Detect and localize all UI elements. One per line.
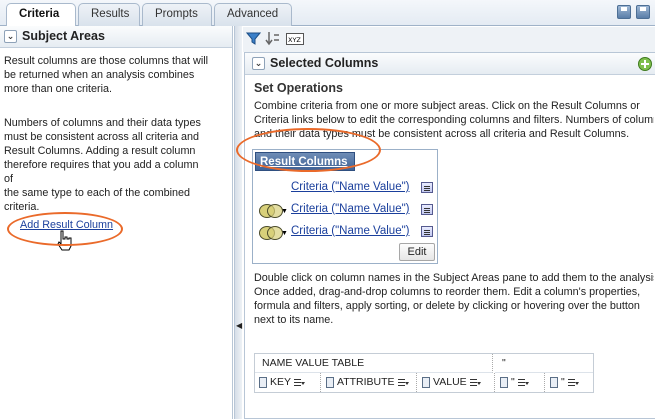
column-options-icon[interactable] [517,378,529,387]
table-column-quote[interactable]: " [546,373,593,392]
column-options-icon[interactable] [397,378,409,387]
highlight-ellipse [236,128,381,172]
text-line: next to its name. [254,314,334,326]
criteria-link[interactable]: Criteria ("Name Value") [291,203,410,215]
text-line: formula and filters, apply sorting, or d… [254,300,640,312]
name-value-table: NAME VALUE TABLE " KEY ATTRIBUTE VALUE "… [254,353,594,393]
help-text: Double click on column names in the Subj… [254,271,654,327]
column-icon [259,376,267,388]
criteria-row: Criteria ("Name Value") [253,178,439,200]
subject-areas-pane: ⌄ Subject Areas Result columns are those … [0,26,233,419]
text-line: more than one criteria. [4,83,113,95]
tab-prompts[interactable]: Prompts [142,3,212,26]
column-label: ATTRIBUTE [337,376,395,388]
sort-icon[interactable] [265,31,280,46]
tab-criteria[interactable]: Criteria [6,3,76,27]
highlight-ellipse [7,212,123,246]
selected-columns-pane: ⌄ Selected Columns Set Operations Combine… [236,52,655,419]
subject-areas-title: Subject Areas [22,29,105,43]
selected-columns-header: ⌄ Selected Columns [245,53,655,75]
right-toolbar: XYZ [243,27,655,52]
criteria-row: ▼ Criteria ("Name Value") [253,222,439,244]
save-as-icon[interactable] [636,5,650,19]
column-icon [500,376,508,388]
consistency-description: Numbers of columns and their data types … [4,116,209,214]
dropdown-arrow-icon[interactable]: ▼ [281,208,288,215]
table-title: NAME VALUE TABLE [255,354,493,373]
text-line: be returned when an analysis combines [4,69,195,81]
column-options-icon[interactable] [294,378,306,387]
column-options-icon[interactable] [469,378,481,387]
column-label: VALUE [433,376,467,388]
criteria-link[interactable]: Criteria ("Name Value") [291,181,410,193]
svg-text:XYZ: XYZ [288,36,301,44]
text-line: must be consistent across all criteria a… [4,131,200,143]
table-column-quote[interactable]: " [496,373,545,392]
table-column-value[interactable]: VALUE [418,373,495,392]
save-icon[interactable] [617,5,631,19]
text-line: Double click on column names in the Subj… [254,272,654,284]
chevron-down-icon[interactable]: ⌄ [252,57,265,71]
filter-icon[interactable] [246,31,261,46]
table-column-attribute[interactable]: ATTRIBUTE [322,373,417,392]
result-columns-description: Result columns are those columns that wi… [4,54,209,96]
dropdown-arrow-icon[interactable]: ▼ [281,230,288,237]
text-line: criteria. [4,201,40,213]
text-line: Combine criteria from one or more subjec… [254,100,640,112]
add-icon[interactable] [637,56,653,72]
table-column-key[interactable]: KEY [255,373,321,392]
text-line: Numbers of columns and their data types [4,117,201,129]
column-menu-icon[interactable] [421,226,433,237]
column-options-icon[interactable] [567,378,579,387]
chevron-down-icon[interactable]: ⌄ [4,30,17,44]
text-line: therefore requires that you add a column… [4,159,199,185]
set-operations-title: Set Operations [254,81,343,95]
tab-bar: Criteria Results Prompts Advanced [0,0,655,27]
column-label: " [561,376,565,388]
collapse-arrow-icon[interactable]: ◀ [236,321,242,330]
text-line: Result columns are those columns that wi… [4,55,209,67]
pane-splitter[interactable]: ◀ [234,26,242,419]
column-label: KEY [270,376,292,388]
column-icon [550,376,558,388]
column-label: " [511,376,515,388]
edit-button[interactable]: Edit [399,243,435,261]
subject-areas-header: ⌄ Subject Areas [0,26,232,48]
text-line: Criteria links below to edit the corresp… [254,114,654,126]
text-line: the same type to each of the combined [4,187,191,199]
table-quote-cell: " [495,354,593,373]
text-line: Result Columns. Adding a result column [4,145,196,157]
criteria-row: ▼ Criteria ("Name Value") [253,200,439,222]
text-line: Once added, drag-and-drop columns to reo… [254,286,641,298]
tab-advanced[interactable]: Advanced [214,3,292,26]
column-menu-icon[interactable] [421,182,433,193]
tab-results[interactable]: Results [78,3,140,26]
criteria-link[interactable]: Criteria ("Name Value") [291,225,410,237]
selected-columns-title: Selected Columns [270,56,379,70]
column-icon [326,376,334,388]
column-icon [422,376,430,388]
xyz-icon[interactable]: XYZ [286,31,304,46]
column-menu-icon[interactable] [421,204,433,215]
